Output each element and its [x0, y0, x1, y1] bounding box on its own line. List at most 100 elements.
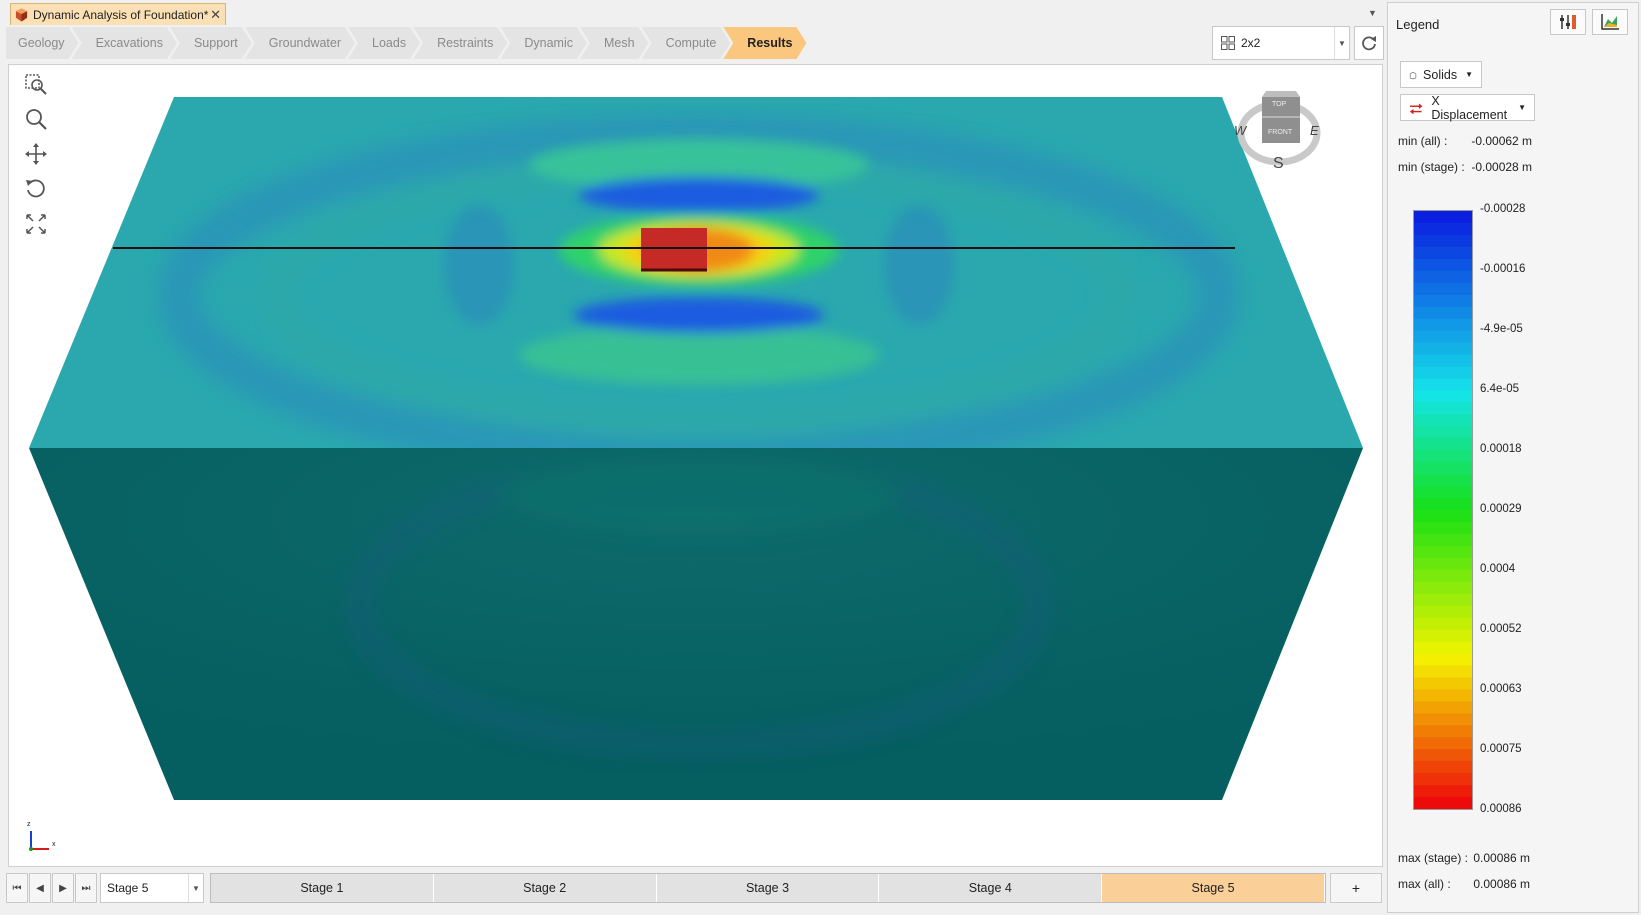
- tab-loads[interactable]: Loads: [348, 27, 420, 59]
- zoom-window-icon: [25, 74, 47, 95]
- refresh-icon: [1362, 36, 1376, 51]
- legend-panel: Legend Solids ▼ X Displacement ▼ min (al…: [1387, 2, 1639, 913]
- max-stage-stat: max (stage) : 0.00086 m: [1398, 851, 1530, 865]
- x-displacement-icon: [1409, 103, 1423, 114]
- color-band: [1414, 234, 1472, 248]
- color-band: [1414, 689, 1472, 702]
- tab-mesh[interactable]: Mesh: [580, 27, 649, 59]
- next-stage-button[interactable]: ▶: [52, 873, 74, 903]
- refresh-button[interactable]: [1354, 26, 1384, 60]
- color-scale-tick-label: 6.4e-05: [1480, 383, 1520, 395]
- chevron-down-icon[interactable]: ▼: [1368, 8, 1377, 18]
- color-band: [1414, 294, 1472, 308]
- previous-stage-button[interactable]: ◀: [29, 873, 51, 903]
- color-band: [1414, 222, 1472, 236]
- move-arrows-icon: [25, 143, 47, 165]
- chart-icon: [1601, 14, 1619, 30]
- view-layout-select[interactable]: 2x2 ▼: [1212, 26, 1350, 60]
- color-band: [1414, 354, 1472, 367]
- sliders-icon: [1560, 15, 1576, 29]
- document-tab[interactable]: Dynamic Analysis of Foundation* ✕: [10, 3, 226, 25]
- color-band: [1414, 450, 1472, 463]
- max-all-label: max (all) :: [1398, 877, 1451, 891]
- stage-tab-label: Stage 1: [300, 881, 344, 895]
- color-band: [1414, 402, 1472, 415]
- tab-compute[interactable]: Compute: [642, 27, 731, 59]
- tab-label: Loads: [372, 36, 407, 50]
- app-logo-icon: [15, 8, 28, 21]
- color-band: [1414, 533, 1472, 547]
- caret-down-icon: ▼: [1518, 103, 1526, 112]
- stage-select[interactable]: Stage 5 ▼: [100, 873, 204, 903]
- legend-settings-button[interactable]: [1550, 9, 1586, 35]
- stage-tab-2[interactable]: Stage 2: [433, 874, 657, 902]
- stage-tab-5[interactable]: Stage 5: [1102, 874, 1325, 902]
- tab-restraints[interactable]: Restraints: [413, 27, 507, 59]
- zoom-extents-tool[interactable]: [21, 209, 51, 239]
- tab-excavations[interactable]: Excavations: [72, 27, 177, 59]
- stage-navigation: ⏮ ◀ ▶ ⏭ Stage 5 ▼: [6, 872, 204, 904]
- tab-geology[interactable]: Geology: [6, 27, 79, 59]
- color-band: [1414, 414, 1472, 427]
- color-band: [1414, 665, 1472, 678]
- pan-tool[interactable]: [21, 139, 51, 169]
- last-stage-button[interactable]: ⏭: [75, 873, 97, 903]
- min-all-stat: min (all) : -0.00062 m: [1398, 134, 1532, 148]
- tab-results[interactable]: Results: [723, 27, 806, 59]
- chart-button[interactable]: [1592, 9, 1628, 35]
- grid-layout-icon: [1221, 36, 1235, 50]
- color-band: [1414, 378, 1472, 391]
- solids-dropdown[interactable]: Solids ▼: [1400, 61, 1482, 88]
- color-scale-tick-label: 0.00052: [1480, 623, 1522, 635]
- caret-down-icon: ▼: [1465, 70, 1473, 79]
- add-stage-button[interactable]: +: [1330, 873, 1382, 903]
- color-band: [1414, 773, 1472, 786]
- chevron-down-icon: ▼: [188, 874, 203, 902]
- max-stage-label: max (stage) :: [1398, 851, 1469, 865]
- rotate-icon: [26, 179, 45, 198]
- color-scale-tick-label: -0.00028: [1480, 203, 1526, 215]
- first-stage-button[interactable]: ⏮: [6, 873, 28, 903]
- color-band: [1414, 629, 1472, 643]
- color-band: [1414, 426, 1472, 439]
- tab-dynamic[interactable]: Dynamic: [500, 27, 587, 59]
- color-scale-tick-label: 0.00018: [1480, 443, 1522, 455]
- cube-front-label: FRONT: [1268, 129, 1293, 136]
- stage-tab-4[interactable]: Stage 4: [879, 874, 1103, 902]
- 3d-viewport[interactable]: TOP FRONT W E S z x: [8, 64, 1383, 867]
- color-band: [1414, 246, 1472, 260]
- min-stage-stat: min (stage) : -0.00028 m: [1398, 160, 1532, 174]
- color-band: [1414, 617, 1472, 631]
- color-scale-tick-label: 0.00086: [1480, 803, 1522, 815]
- color-scale-tick-label: 0.0004: [1480, 563, 1516, 575]
- result-type-dropdown[interactable]: X Displacement ▼: [1400, 94, 1535, 122]
- zoom-window-tool[interactable]: [21, 69, 51, 99]
- axis-triad: z x: [23, 821, 63, 853]
- tab-support[interactable]: Support: [170, 27, 252, 59]
- rotate-tool[interactable]: [21, 174, 51, 204]
- next-icon: ▶: [59, 882, 67, 894]
- close-document-icon[interactable]: ✕: [210, 7, 221, 23]
- tab-label: Mesh: [603, 36, 635, 50]
- color-band: [1414, 653, 1472, 666]
- color-band: [1414, 701, 1472, 714]
- workflow-tabs: Geology Excavations Support Groundwater …: [6, 27, 799, 59]
- solids-label: Solids: [1423, 67, 1458, 82]
- min-all-label: min (all) :: [1398, 134, 1448, 148]
- zoom-tool[interactable]: [21, 104, 51, 134]
- stage-tab-1[interactable]: Stage 1: [211, 874, 434, 902]
- color-band: [1414, 510, 1472, 523]
- view-cube[interactable]: TOP FRONT W E S: [1234, 89, 1324, 179]
- color-band: [1414, 282, 1472, 296]
- color-band: [1414, 737, 1472, 750]
- model-render: [29, 97, 1363, 800]
- stage-tab-3[interactable]: Stage 3: [656, 874, 880, 902]
- color-scale-tick-label: -0.00016: [1480, 263, 1526, 275]
- color-band: [1414, 462, 1472, 475]
- axis-z-label: z: [27, 821, 31, 828]
- color-band: [1414, 581, 1472, 595]
- color-band: [1414, 605, 1472, 619]
- axis-x-label: x: [52, 841, 56, 848]
- tab-groundwater[interactable]: Groundwater: [245, 27, 355, 59]
- color-band: [1414, 330, 1472, 344]
